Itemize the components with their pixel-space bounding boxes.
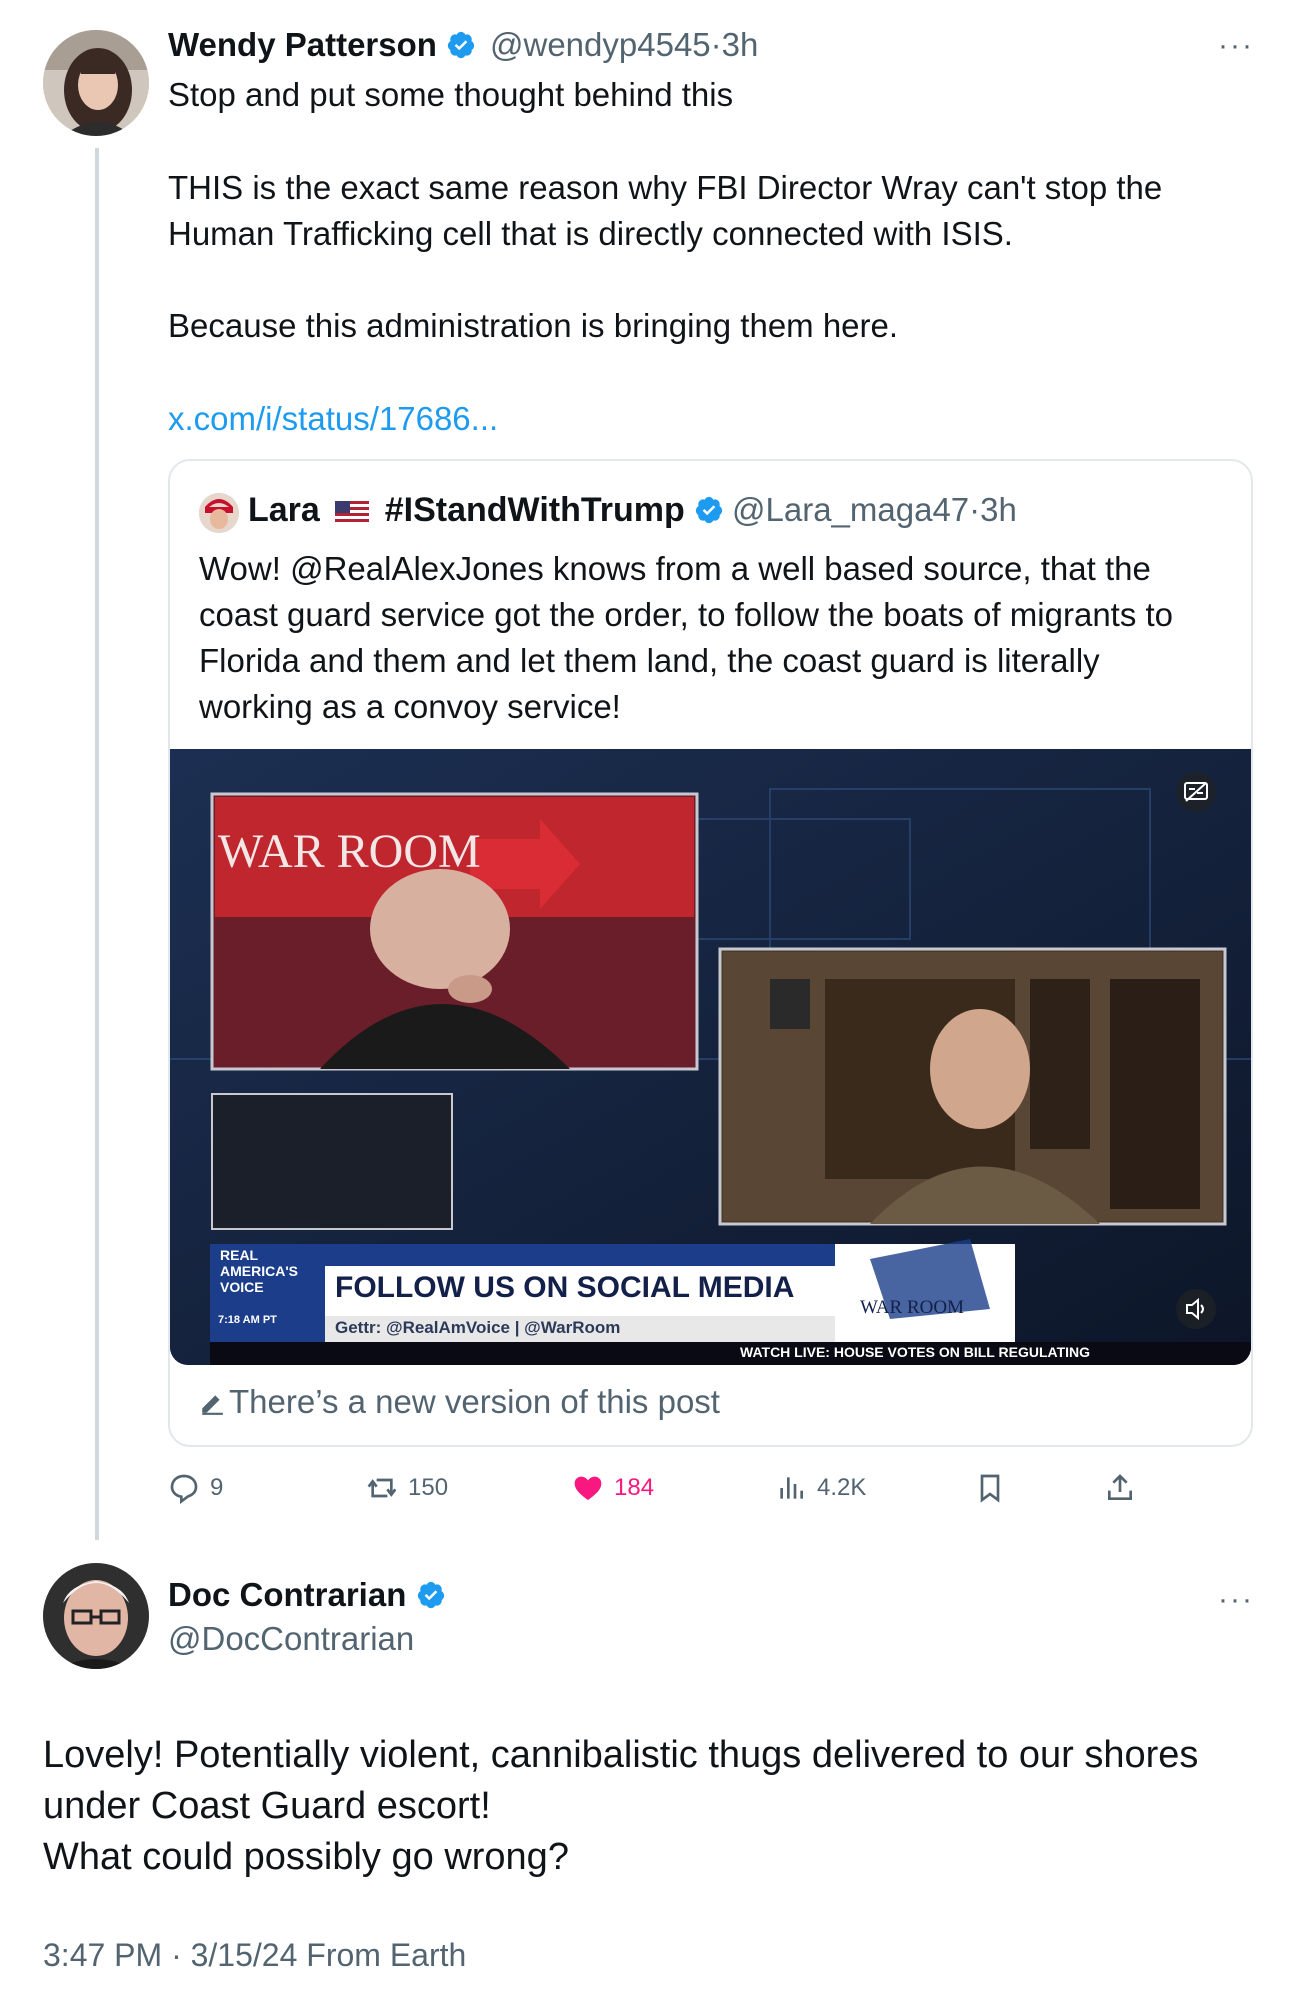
bookmark-button[interactable]	[974, 1470, 1006, 1506]
new-version-notice[interactable]: There’s a new version of this post	[229, 1383, 720, 1420]
quote-text-line-1: Wow! @RealAlexJones knows from a well ba…	[199, 550, 1151, 587]
reply-text-line-1: Lovely! Potentially violent, cannibalist…	[43, 1734, 1199, 1776]
quote-author-hashtag[interactable]: #IStandWithTrump	[385, 491, 685, 529]
network-logo: REAL AMERICA'S VOICE	[220, 1247, 298, 1295]
author-name[interactable]: Wendy Patterson	[168, 26, 437, 63]
separator-dot: ·	[710, 26, 722, 63]
tweet-text-line-3: Human Trafficking cell that is directly …	[168, 215, 1013, 252]
tweet-text-line-4: Because this administration is bringing …	[168, 307, 899, 344]
video-player[interactable]: WAR ROOM REAL AMERICA'S VOICE 7:18 AM PT…	[170, 749, 1251, 1365]
verified-badge-icon	[417, 1581, 444, 1609]
edit-pencil-icon	[202, 1395, 223, 1415]
more-options-icon[interactable]: ···	[1218, 31, 1254, 61]
us-flag-icon	[335, 501, 370, 523]
views-chart-icon	[780, 1477, 803, 1499]
liked-heart-icon	[574, 1476, 602, 1500]
like-count: 184	[614, 1474, 655, 1501]
bookmark-icon	[980, 1474, 1000, 1503]
corner-logo: WAR ROOM	[860, 1297, 964, 1318]
author-handle[interactable]: @wendyp4545	[490, 26, 711, 63]
share-icon	[1108, 1474, 1132, 1500]
tweet-text-line-2: THIS is the exact same reason why FBI Di…	[168, 169, 1163, 206]
thread-connector-line	[95, 148, 99, 1540]
broadcast-clock: 7:18 AM PT	[218, 1314, 277, 1326]
quote-text-line-3: Florida and them and let them land, the …	[199, 642, 1100, 679]
quote-post-time[interactable]: 3h	[980, 491, 1017, 528]
reply-icon	[170, 1474, 198, 1504]
war-room-title: WAR ROOM	[218, 825, 481, 878]
reply-text-line-2: under Coast Guard escort!	[43, 1785, 491, 1827]
news-ticker: WATCH LIVE: HOUSE VOTES ON BILL REGULATI…	[740, 1344, 1091, 1360]
avatar-doc-contrarian[interactable]	[43, 1563, 149, 1669]
volume-muted-icon[interactable]	[1183, 1296, 1211, 1322]
reply-button[interactable]: 9	[168, 1470, 223, 1506]
captions-icon[interactable]	[1182, 779, 1210, 805]
share-button[interactable]	[1104, 1470, 1136, 1506]
verified-badge-icon	[696, 496, 723, 524]
verified-badge-icon	[447, 31, 475, 59]
avatar-lara[interactable]	[199, 493, 239, 533]
status-link[interactable]: x.com/i/status/17686...	[168, 400, 498, 438]
views-button[interactable]: 4.2K	[775, 1470, 866, 1506]
separator-dot: ·	[969, 491, 981, 528]
repost-icon	[367, 1478, 397, 1498]
lower-third-headline: FOLLOW US ON SOCIAL MEDIA	[335, 1271, 795, 1304]
author-handle[interactable]: @DocContrarian	[168, 1620, 414, 1658]
tweet-text-line-1: Stop and put some thought behind this	[168, 76, 734, 113]
like-button[interactable]: 184	[572, 1470, 654, 1506]
repost-button[interactable]: 150	[366, 1470, 448, 1506]
lower-third-subline: Gettr: @RealAmVoice | @WarRoom	[335, 1318, 621, 1337]
view-count: 4.2K	[817, 1474, 867, 1501]
repost-count: 150	[408, 1474, 449, 1501]
author-name[interactable]: Doc Contrarian	[168, 1576, 406, 1613]
quote-author-handle[interactable]: @Lara_maga47	[732, 491, 969, 528]
reply-text-line-3: What could possibly go wrong?	[43, 1836, 569, 1878]
quote-text-line-4: working as a convoy service!	[199, 688, 621, 725]
more-options-icon[interactable]: ···	[1218, 1585, 1254, 1615]
reply-count: 9	[210, 1474, 224, 1501]
quote-author-name[interactable]: Lara	[248, 491, 320, 529]
post-time[interactable]: 3h	[722, 26, 759, 63]
quoted-post-card[interactable]: Lara #IStandWithTrump @Lara_maga47·3h Wo…	[168, 459, 1253, 1447]
quote-text-line-2: coast guard service got the order, to fo…	[199, 596, 1174, 633]
avatar-wendy-patterson[interactable]	[43, 30, 149, 136]
post-timestamp[interactable]: 3:47 PM · 3/15/24 From Earth	[43, 1937, 466, 1974]
